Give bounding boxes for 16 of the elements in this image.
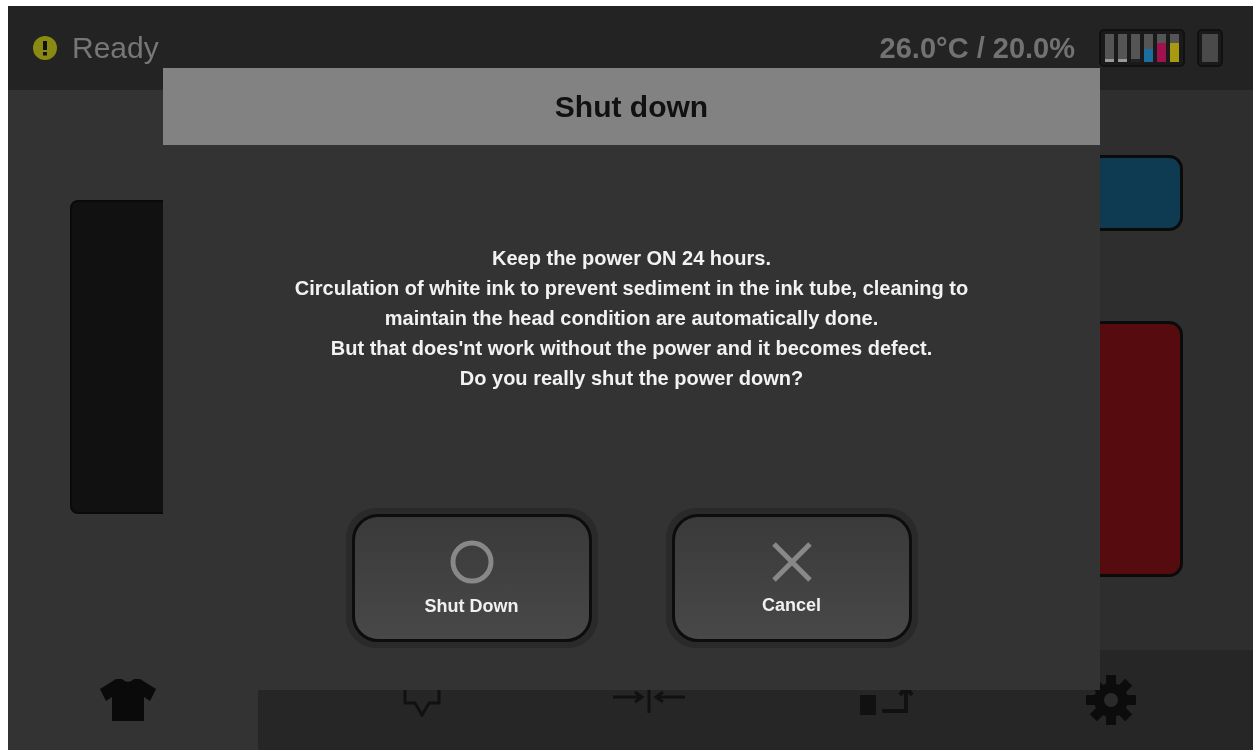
printer-status: Ready — [72, 31, 159, 65]
close-icon — [770, 540, 813, 583]
ink-levels-icon — [1099, 29, 1185, 67]
tshirt-icon[interactable] — [98, 677, 158, 723]
message-line: Circulation of white ink to prevent sediment in the ink tube, cleaning to — [294, 276, 969, 301]
message-line: Do you really shut the power down? — [459, 366, 804, 391]
shut-down-button[interactable]: Shut Down — [351, 514, 592, 642]
circle-icon — [449, 539, 494, 584]
message-line: maintain the head condition are automatically done. — [384, 306, 879, 331]
waste-tank-icon — [1197, 29, 1223, 67]
message-line: But that does'nt work without the power and it becomes defect. — [330, 336, 933, 361]
dialog-title: Shut down — [163, 68, 1100, 145]
message-line: Keep the power ON 24 hours. — [492, 246, 771, 271]
temperature-humidity-reading: 26.0°C / 20.0% — [879, 31, 1075, 65]
warning-icon — [32, 35, 58, 61]
cancel-button[interactable]: Cancel — [671, 514, 912, 642]
